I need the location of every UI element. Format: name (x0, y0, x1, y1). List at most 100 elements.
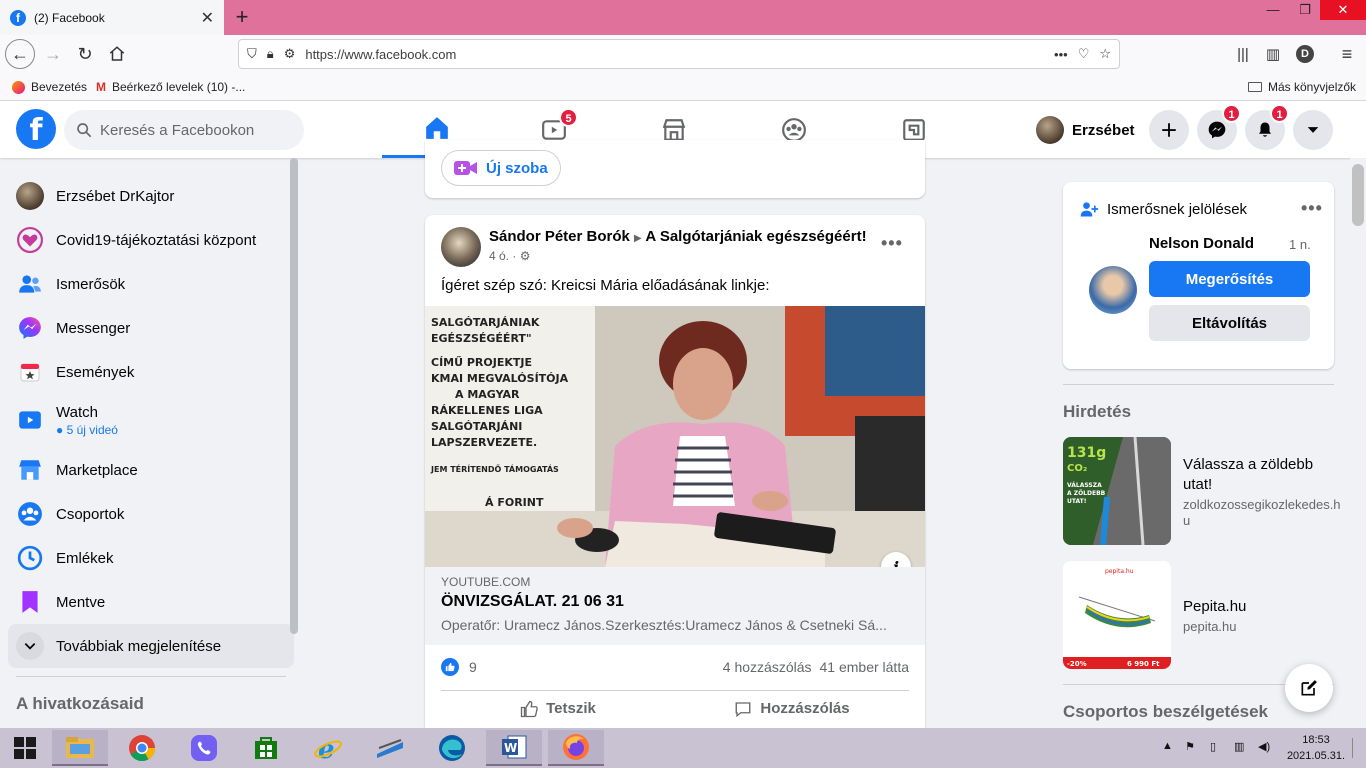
snipping-tool-taskbar[interactable] (362, 730, 418, 766)
sidebar-item-friends[interactable]: Ismerősök (8, 262, 294, 306)
post-time[interactable]: 4 ó. · (489, 249, 516, 263)
new-room-button[interactable]: Új szoba (441, 150, 561, 186)
minimize-window-button[interactable]: — (1258, 0, 1288, 20)
like-count[interactable]: 9 (469, 659, 477, 675)
create-button[interactable] (1149, 110, 1189, 150)
bookmark-gmail[interactable]: M Beérkező levelek (10) -... (96, 80, 245, 94)
browser-tab-facebook[interactable]: f (2) Facebook ✕ (0, 0, 224, 35)
ad-item-pepita[interactable]: Pepita.hu pepita.hu (1183, 597, 1343, 635)
sidebar-item-profile[interactable]: Erzsébet DrKajtor (8, 174, 294, 218)
flag-icon[interactable]: ⚑ (1185, 740, 1195, 753)
poster-line: KMAI MEGVALÓSÍTÓJA (431, 372, 569, 385)
restore-window-button[interactable]: ❐ (1290, 0, 1320, 20)
sidebar-item-marketplace[interactable]: Marketplace (8, 448, 294, 492)
home-icon (426, 117, 448, 139)
sidebar-item-label: Covid19-tájékoztatási központ (56, 231, 257, 249)
sidebar-item-covid[interactable]: Covid19-tájékoztatási központ (8, 218, 294, 262)
edge-taskbar[interactable] (424, 730, 480, 766)
windows-taskbar: e W ▲ ⚑ ▯ ▥ ◀) 18:53 2021.05.31. (0, 728, 1366, 768)
profile-chip[interactable]: Erzsébet (1036, 114, 1135, 146)
comment-count[interactable]: 4 hozzászólás (723, 659, 812, 675)
library-icon[interactable]: ||| (1228, 39, 1258, 69)
post-author[interactable]: Sándor Péter Borók (489, 228, 630, 245)
author-avatar[interactable] (441, 227, 481, 267)
home-button[interactable] (102, 39, 132, 69)
watch-new-videos-text: 5 új videó (66, 422, 118, 437)
sidebar-item-groups[interactable]: Csoportok (8, 492, 294, 536)
bookmark-star-icon[interactable]: ☆ (1099, 46, 1111, 62)
volume-icon[interactable]: ◀) (1258, 740, 1270, 753)
sidebar-item-events[interactable]: Események (8, 350, 294, 394)
friend-requests-header: Ismerősnek jelölések (1079, 200, 1247, 218)
ad-thumbnail-green[interactable]: 131g CO₂ VÁLASSZA A ZÖLDEBB UTAT! (1063, 437, 1171, 545)
url-text[interactable]: https://www.facebook.com (305, 47, 1044, 62)
pocket-icon[interactable]: ♡ (1078, 46, 1090, 62)
system-clock[interactable]: 18:53 2021.05.31. (1285, 732, 1347, 764)
show-more-label: Továbbiak megjelenítése (56, 637, 222, 655)
request-name[interactable]: Nelson Donald (1149, 235, 1254, 252)
like-reaction-icon[interactable] (441, 658, 459, 676)
poster-line: RÁKELLENES LIGA (431, 404, 543, 417)
messenger-button[interactable]: 1 (1197, 104, 1241, 150)
facebook-logo-icon[interactable]: f (16, 109, 56, 149)
internet-explorer-taskbar[interactable]: e (300, 730, 356, 766)
start-button[interactable] (0, 730, 50, 766)
show-hidden-icons[interactable]: ▲ (1162, 740, 1173, 752)
request-avatar[interactable] (1089, 266, 1137, 314)
battery-icon[interactable]: ▯ (1210, 740, 1216, 753)
back-button[interactable]: ← (5, 39, 35, 69)
comment-button[interactable]: Hozzászólás (675, 691, 909, 726)
page-actions-icon[interactable]: ••• (1054, 47, 1068, 62)
file-explorer-taskbar[interactable] (52, 730, 108, 766)
account-menu-button[interactable] (1293, 110, 1333, 150)
post-options-icon[interactable]: ••• (881, 233, 903, 254)
firefox-taskbar[interactable] (548, 730, 604, 766)
like-button[interactable]: Tetszik (441, 691, 675, 726)
word-taskbar[interactable]: W (486, 730, 542, 766)
chrome-taskbar[interactable] (114, 730, 170, 766)
forward-button[interactable]: → (38, 39, 68, 69)
remove-button[interactable]: Eltávolítás (1149, 305, 1310, 341)
post-group[interactable]: A Salgótarjániak egészségéért! (645, 228, 866, 245)
show-desktop-button[interactable] (1352, 738, 1362, 758)
link-preview[interactable]: YOUTUBE.COM ÖNVIZSGÁLAT. 21 06 31 Operat… (425, 567, 925, 645)
hamburger-menu-icon[interactable]: ≡ (1332, 39, 1362, 69)
lock-icon[interactable]: 🔒︎ (267, 46, 274, 62)
video-thumbnail[interactable]: SALGÓTARJÁNIAK EGÉSZSÉGÉÉRT" CÍMŰ PROJEK… (425, 306, 925, 567)
video-poster-image: SALGÓTARJÁNIAK EGÉSZSÉGÉÉRT" CÍMŰ PROJEK… (425, 306, 925, 567)
ad-item-green[interactable]: Válassza a zöldebb utat! zoldkozossegiko… (1183, 455, 1343, 529)
notifications-button[interactable]: 1 (1245, 104, 1289, 150)
other-bookmarks[interactable]: Más könyvjelzők (1248, 80, 1356, 94)
shield-icon[interactable]: ⛉ (247, 46, 257, 62)
permissions-icon[interactable]: ⚙︎ (284, 46, 296, 62)
confirm-button[interactable]: Megerősítés (1149, 261, 1310, 297)
sidebar-item-memories[interactable]: Emlékek (8, 536, 294, 580)
sidebar-item-saved[interactable]: Mentve (8, 580, 294, 624)
ad-thumbnail-pepita[interactable]: pepita.hu -20% 6 990 Ft (1063, 561, 1171, 669)
globe-icon: ⚙︎ (519, 249, 531, 263)
sidebar-item-messenger[interactable]: Messenger (8, 306, 294, 350)
network-icon[interactable]: ▥ (1234, 740, 1244, 753)
bookmark-bevezetes[interactable]: Bevezetés (12, 80, 87, 94)
viber-taskbar[interactable] (176, 730, 232, 766)
close-window-button[interactable]: ✕ (1320, 0, 1366, 20)
reload-button[interactable]: ↻ (70, 39, 100, 69)
search-input[interactable]: Keresés a Facebookon (64, 110, 304, 150)
new-message-button[interactable] (1285, 664, 1333, 712)
sidebar-item-label: Messenger (56, 319, 131, 337)
store-taskbar[interactable] (238, 730, 294, 766)
post-stats: 9 4 hozzászólás 41 ember látta (441, 652, 909, 682)
page-scrollbar[interactable] (1350, 158, 1366, 728)
sidebar-toggle-icon[interactable]: ▥ (1258, 39, 1288, 69)
page-scrollbar-thumb[interactable] (1352, 164, 1364, 226)
address-bar[interactable]: ⛉ 🔒︎ ⚙︎ https://www.facebook.com ••• ♡ ☆ (238, 39, 1120, 69)
sidebar-item-watch[interactable]: Watch ● 5 új videó (8, 394, 294, 446)
friend-requests-options-icon[interactable]: ••• (1301, 198, 1323, 219)
browser-navigation-bar: ← → ↻ ⛉ 🔒︎ ⚙︎ https://www.facebook.com •… (0, 35, 1366, 73)
account-avatar-icon[interactable]: D (1296, 45, 1314, 63)
close-tab-icon[interactable]: ✕ (201, 8, 214, 28)
sidebar-scrollbar[interactable] (290, 158, 298, 634)
browser-tab-strip: f (2) Facebook ✕ + — ❐ ✕ (0, 0, 1366, 35)
new-tab-button[interactable]: + (228, 3, 256, 31)
show-more-button[interactable]: Továbbiak megjelenítése (8, 624, 294, 668)
